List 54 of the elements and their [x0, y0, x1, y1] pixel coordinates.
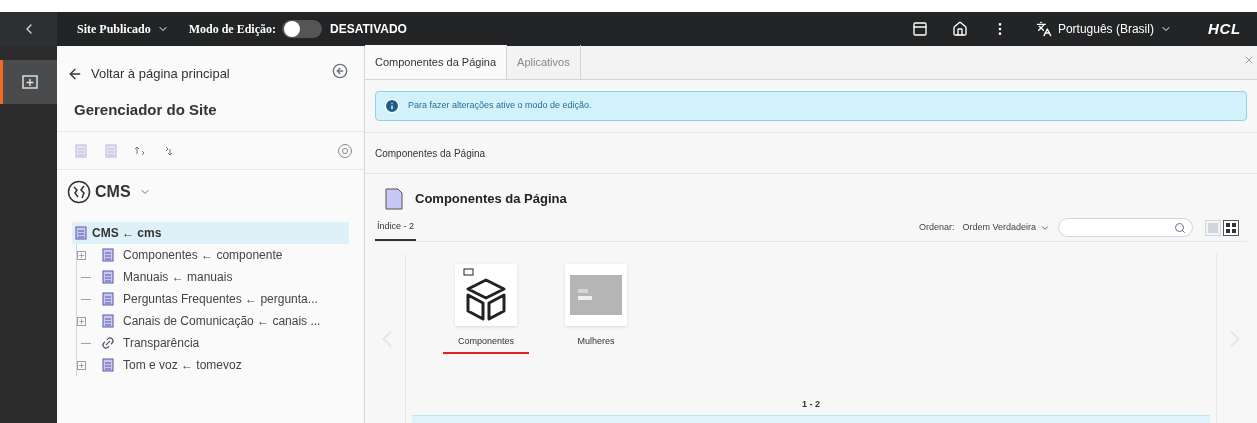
- edit-mode-switch[interactable]: [282, 20, 323, 38]
- info-icon: [384, 98, 400, 114]
- page-icon: [74, 143, 88, 158]
- tile-label: Mulheres: [577, 335, 615, 348]
- site-selector[interactable]: CMS: [95, 180, 151, 204]
- breadcrumb: Componentes da Página: [375, 146, 486, 161]
- expand-icon[interactable]: [77, 316, 86, 326]
- tile[interactable]: Componentes: [442, 264, 530, 354]
- search-field[interactable]: [1058, 218, 1193, 237]
- tile-label: Componentes: [457, 335, 514, 348]
- close-icon[interactable]: [1243, 54, 1255, 66]
- home-icon[interactable]: [951, 21, 968, 37]
- tab[interactable]: Componentes da Página: [365, 45, 508, 79]
- translate-icon: [1035, 21, 1052, 37]
- pagination: 1 - 2: [802, 397, 820, 411]
- edit-mode-label: Modo de Edição:: [188, 21, 277, 38]
- page-icon: [101, 358, 115, 372]
- sort-label: Ordenar:: [918, 220, 955, 234]
- sort-dropdown[interactable]: Ordem Verdadeira: [962, 220, 1050, 235]
- back-link[interactable]: Voltar à página principal: [67, 64, 230, 84]
- page-icon: [101, 292, 115, 306]
- search-icon: [1174, 221, 1186, 234]
- logo: HCL: [1207, 18, 1241, 39]
- sidebar-title: Gerenciador do Site: [73, 99, 218, 120]
- page-icon: [385, 188, 403, 210]
- expand-icon[interactable]: [77, 360, 86, 370]
- expand-icon[interactable]: [77, 250, 86, 260]
- cube-icon: [463, 268, 509, 322]
- tree-item[interactable]: Manuais ← manuais: [121, 268, 235, 286]
- page-icon: [74, 226, 88, 240]
- tree-item[interactable]: Componentes ← componente: [121, 246, 285, 264]
- page-icon: [101, 270, 115, 284]
- page-title: Componentes da Página: [415, 190, 567, 209]
- index-tab[interactable]: Índice - 2: [375, 219, 417, 241]
- tree-item[interactable]: Tom e voz ← tomevoz: [121, 356, 244, 374]
- tile[interactable]: Mulheres: [552, 264, 640, 354]
- tree-item[interactable]: Canais de Comunicação ← canais ...: [121, 312, 323, 330]
- collapse-panel-icon[interactable]: [332, 62, 348, 79]
- page-icon: [101, 314, 115, 328]
- move-up-icon[interactable]: [134, 144, 146, 157]
- image-placeholder-icon: [570, 275, 622, 315]
- tree-item[interactable]: CMS ← cms: [72, 222, 349, 244]
- tree-item[interactable]: Transparência: [121, 334, 202, 352]
- tree-item[interactable]: Perguntas Frequentes ← pergunta...: [121, 290, 320, 308]
- grid-view-button[interactable]: [1223, 219, 1239, 236]
- page-icon: [104, 143, 118, 158]
- rail-tab[interactable]: [0, 60, 57, 104]
- panel-add-icon: [22, 75, 38, 89]
- site-menu[interactable]: Site Publicado: [77, 20, 169, 38]
- language-menu[interactable]: Português (Brasil): [1035, 20, 1172, 38]
- page-icon: [101, 248, 115, 262]
- preview-icon[interactable]: [911, 21, 928, 37]
- alert-text: Para fazer alterações ative o modo de edição.: [408, 99, 592, 113]
- edit-mode-status: DESATIVADO: [330, 21, 407, 38]
